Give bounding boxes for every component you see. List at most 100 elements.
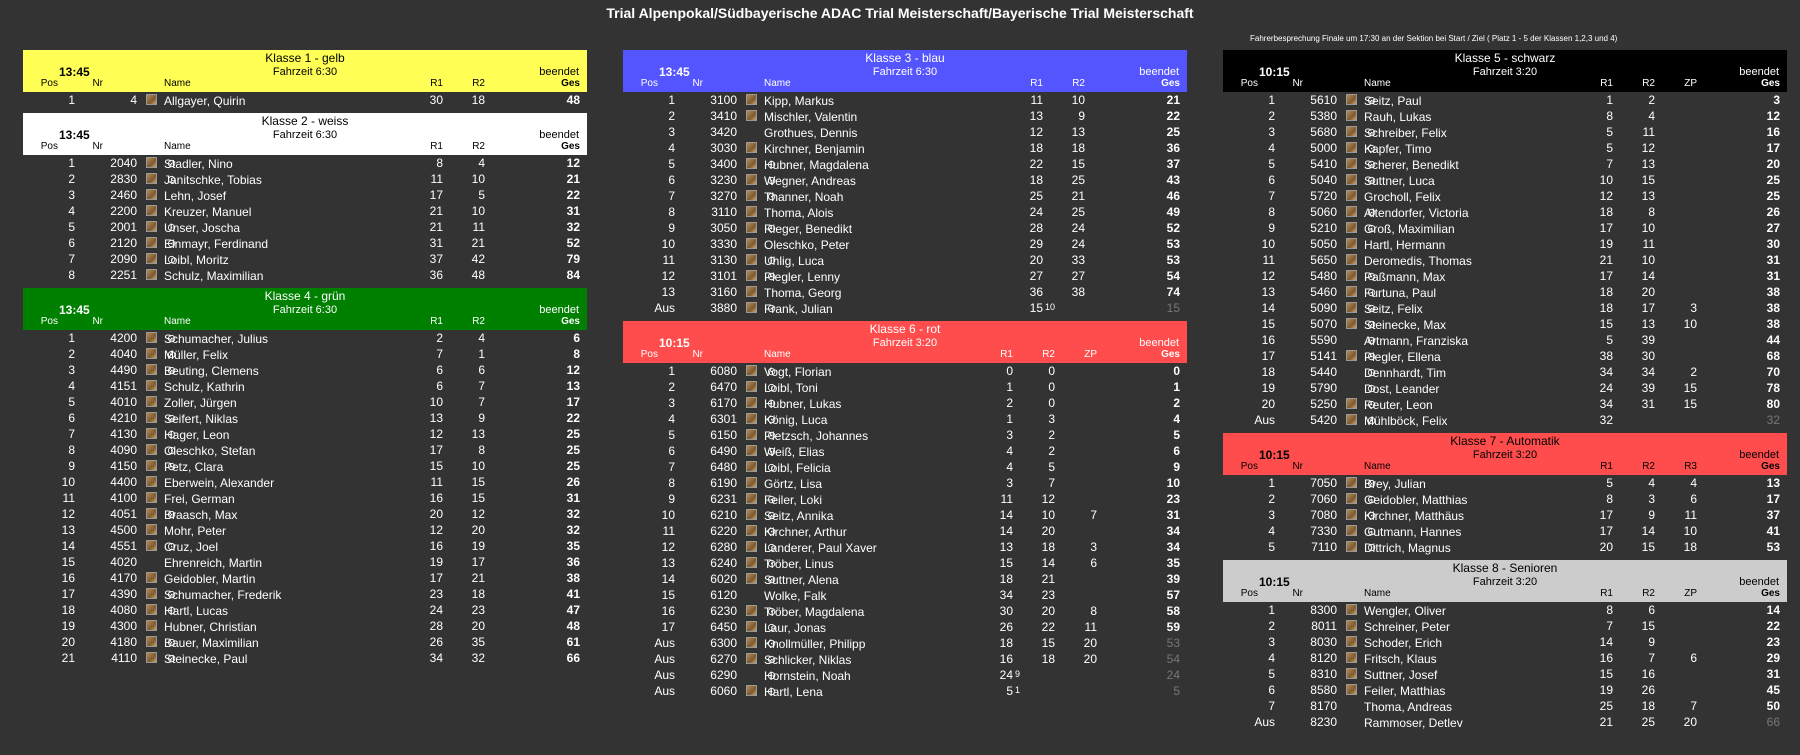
flag-icon <box>746 621 757 632</box>
row-ges: 41 <box>566 587 580 601</box>
row-nr: 5610 <box>1310 93 1337 107</box>
header-ges: Ges <box>1761 588 1780 599</box>
table-row: 10 4400 Eberwein, Alexander 11 15 26 <box>23 474 587 490</box>
rider-name: Feiler, Matthias <box>1364 684 1446 698</box>
rider-name: Dittrich, Magnus <box>1364 541 1451 555</box>
row-r2: 25 <box>1641 715 1655 729</box>
row-r1: 25 <box>1029 189 1043 203</box>
clock-icon: ⊙ <box>764 510 777 522</box>
class-header: Klasse 7 - Automatik 10:15 Fahrzeit 3:20 be… <box>1223 433 1787 475</box>
row-r3: 4 <box>1690 476 1697 490</box>
table-row: 10 5050 Hartl, Hermann 19 11 30 <box>1223 236 1787 252</box>
table-row: 12 6280 Landerer, Paul Xaver ⊙ 13 18 3 34 <box>623 539 1187 555</box>
flag-icon <box>146 572 157 583</box>
row-r1: 18 <box>1599 301 1613 315</box>
row-ges: 53 <box>1166 253 1180 267</box>
clock-icon: ⊙ <box>764 366 777 378</box>
header-r2: R2 <box>1072 78 1085 89</box>
row-nr: 8310 <box>1310 667 1337 681</box>
clock-icon: ⊙ <box>164 349 177 361</box>
flag-icon <box>146 460 157 471</box>
table-row: 1 4 Allgayer, Quirin 30 18 48 <box>23 92 587 108</box>
header-r1: R1 <box>430 141 443 152</box>
flag-icon <box>1346 286 1357 297</box>
column-headers: Pos Nr Name R1 R2 Ges <box>623 78 1187 90</box>
class-header: Klasse 1 - gelb 13:45 Fahrzeit 6:30 beendet… <box>23 50 587 92</box>
row-nr: 6190 <box>710 476 737 490</box>
row-nr: 4130 <box>110 427 137 441</box>
row-r3: 6 <box>1690 492 1697 506</box>
flag-icon <box>1346 509 1357 520</box>
row-r1: 17 <box>429 443 443 457</box>
header-r2: R2 <box>1042 349 1055 360</box>
table-row: 10 6210 Seitz, Annika ⊙ 14 10 7 31 <box>623 507 1187 523</box>
row-r2: 14 <box>1041 556 1055 570</box>
flag-icon <box>1346 190 1357 201</box>
header-name: Name <box>164 316 191 327</box>
row-ges: 27 <box>1766 221 1780 235</box>
row-ges: 25 <box>1766 189 1780 203</box>
header-name: Name <box>764 349 791 360</box>
row-ges: 34 <box>1166 540 1180 554</box>
flag-icon <box>146 173 157 184</box>
row-nr: 7060 <box>1310 492 1337 506</box>
table-row: 5 4010 Zoller, Jürgen 10 7 17 <box>23 394 587 410</box>
clock-icon: ⊙ <box>764 542 777 554</box>
row-r1: 15 <box>1599 667 1613 681</box>
header-r2: R2 <box>1642 588 1655 599</box>
row-ges: 79 <box>566 252 580 266</box>
row-r2: 4 <box>478 331 485 345</box>
header-r3: R3 <box>1684 461 1697 472</box>
row-r2: 4 <box>1648 109 1655 123</box>
rider-name: Schulz, Kathrin <box>164 380 245 394</box>
row-r2: 13 <box>1641 157 1655 171</box>
clock-icon: ⊙ <box>764 494 777 506</box>
row-r1: 11 <box>1030 93 1043 107</box>
row-zp: 7 <box>1090 508 1097 522</box>
flag-icon <box>1346 636 1357 647</box>
row-r1: 24 <box>1599 381 1613 395</box>
flag-icon <box>746 206 757 217</box>
row-r2: 10 <box>1641 221 1655 235</box>
row-r2: 15 <box>1641 540 1655 554</box>
row-zp: 3 <box>1690 301 1697 315</box>
row-r1: 26 <box>999 620 1013 634</box>
row-r2: 24 <box>1071 221 1085 235</box>
header-r2: R2 <box>472 316 485 327</box>
row-nr: 5070 <box>1310 317 1337 331</box>
rider-name: Schoder, Erich <box>1364 636 1443 650</box>
rider-name: Steinecke, Max <box>1364 318 1447 332</box>
row-ges: 32 <box>566 507 580 521</box>
row-r1: 8 <box>436 156 443 170</box>
row-ges: 25 <box>566 427 580 441</box>
header-r2: R2 <box>472 78 485 89</box>
header-zp: ZP <box>1684 588 1697 599</box>
flag-icon <box>1346 174 1357 185</box>
table-row: 13 5460 Furtuna, Paul ⊙ 18 20 38 <box>1223 284 1787 300</box>
row-ges: 59 <box>1166 620 1180 634</box>
row-zp: 7 <box>1690 699 1697 713</box>
row-r1: 12 <box>429 523 443 537</box>
row-r2: 3 <box>1648 492 1655 506</box>
flag-icon <box>746 509 757 520</box>
row-ges: 43 <box>1166 173 1180 187</box>
clock-icon: ⊙ <box>164 413 177 425</box>
table-row: 11 6220 Kirchner, Arthur ⊙ 14 20 34 <box>623 523 1187 539</box>
table-row: 6 3230 Wegner, Andreas ⊙ 18 25 43 <box>623 172 1187 188</box>
row-nr: 6020 <box>710 572 737 586</box>
row-r1: 15 <box>429 459 443 473</box>
rider-name: Deromedis, Thomas <box>1364 254 1472 268</box>
row-nr: 3050 <box>710 221 737 235</box>
row-r2: 10 <box>471 459 485 473</box>
header-ges: Ges <box>561 78 580 89</box>
row-nr: 5380 <box>1310 109 1337 123</box>
table-row: Aus 6060 Hartl, Lena ⊙ 5 1 5 <box>623 683 1187 699</box>
row-ges: 36 <box>1166 141 1180 155</box>
table-row: 4 8120 Fritsch, Klaus 16 7 6 29 <box>1223 650 1787 666</box>
rider-name: Hubner, Magdalena <box>764 158 869 172</box>
rider-name: Schlicker, Niklas <box>764 653 852 667</box>
row-r1: 14 <box>999 508 1013 522</box>
clock-icon: ⊙ <box>764 686 777 698</box>
row-nr: 3330 <box>710 237 737 251</box>
table-row: 15 4020 Ehrenreich, Martin 19 17 36 <box>23 554 587 570</box>
